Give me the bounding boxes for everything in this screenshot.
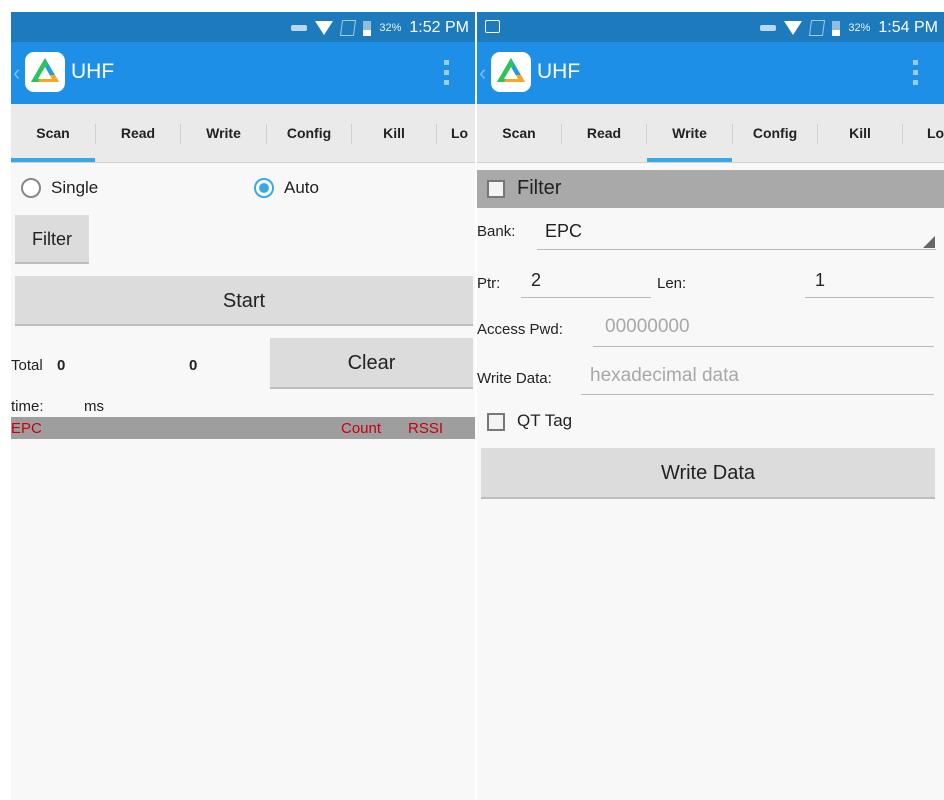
back-icon[interactable]: ‹ — [479, 60, 486, 86]
access-pwd-input[interactable]: 00000000 — [605, 316, 690, 338]
count-column-header: Count — [341, 420, 382, 437]
battery-icon — [363, 20, 372, 36]
clear-button[interactable]: Clear — [270, 338, 473, 389]
app-title: UHF — [537, 60, 581, 83]
count-value: 0 — [189, 357, 198, 374]
ptr-input[interactable]: 2 — [531, 270, 541, 291]
total-value: 0 — [57, 357, 66, 374]
write-screen: 32% 1:54 PM ‹ UHF Scan Read Write Config… — [477, 12, 944, 800]
rssi-column-header: RSSI — [408, 420, 444, 437]
app-logo-icon — [25, 52, 65, 92]
auto-mode-label: Auto — [284, 178, 319, 197]
qt-tag-label: QT Tag — [517, 411, 573, 430]
filter-bar: Filter — [477, 170, 944, 208]
tab-kill[interactable]: Kill — [818, 104, 902, 162]
wifi-icon — [315, 21, 334, 35]
tab-bar: Scan Read Write Config Kill Lo — [11, 104, 475, 163]
single-mode-radio[interactable] — [21, 178, 41, 198]
qt-tag-checkbox[interactable] — [487, 413, 505, 431]
usb-icon — [760, 25, 777, 31]
clock: 1:52 PM — [409, 19, 469, 36]
overflow-menu-icon[interactable] — [444, 60, 449, 86]
results-header: EPC Count RSSI — [11, 417, 475, 439]
clock: 1:54 PM — [878, 19, 938, 36]
tab-kill[interactable]: Kill — [352, 104, 436, 162]
status-bar: 32% 1:52 PM — [11, 12, 475, 42]
tab-read[interactable]: Read — [96, 104, 180, 162]
app-bar: ‹ UHF — [11, 42, 475, 104]
time-unit: ms — [84, 398, 104, 415]
no-sim-icon — [809, 20, 826, 36]
write-data-button[interactable]: Write Data — [481, 448, 935, 499]
app-logo-icon — [491, 52, 531, 92]
filter-checkbox[interactable] — [487, 180, 505, 198]
dropdown-arrow-icon — [923, 236, 935, 248]
time-label: time: — [11, 398, 44, 415]
tab-scan[interactable]: Scan — [477, 104, 561, 162]
write-data-input[interactable]: hexadecimal data — [590, 365, 739, 387]
usb-icon — [291, 25, 308, 31]
tab-lock[interactable]: Lo — [451, 104, 475, 162]
tab-config[interactable]: Config — [733, 104, 817, 162]
wifi-icon — [784, 21, 803, 35]
battery-percent: 32% — [848, 22, 871, 34]
filter-button[interactable]: Filter — [15, 215, 89, 264]
overflow-menu-icon[interactable] — [913, 60, 918, 86]
app-title: UHF — [71, 60, 115, 83]
tab-write[interactable]: Write — [647, 104, 732, 162]
app-bar: ‹ UHF — [477, 42, 944, 104]
auto-mode-radio[interactable] — [254, 178, 274, 198]
battery-percent: 32% — [379, 22, 402, 34]
tab-bar: Scan Read Write Config Kill Lo — [477, 104, 944, 163]
epc-column-header: EPC — [11, 420, 42, 437]
no-sim-icon — [340, 20, 357, 36]
total-label: Total — [11, 357, 43, 374]
len-input[interactable]: 1 — [815, 270, 825, 291]
start-button[interactable]: Start — [15, 276, 473, 326]
bank-label: Bank: — [477, 223, 516, 240]
write-data-label: Write Data: — [477, 370, 552, 387]
scan-screen: 32% 1:52 PM ‹ UHF Scan Read Write Config… — [11, 12, 475, 800]
filter-label: Filter — [517, 177, 562, 199]
access-pwd-label: Access Pwd: — [477, 321, 563, 338]
results-list[interactable] — [11, 439, 475, 800]
status-bar: 32% 1:54 PM — [477, 12, 944, 42]
tab-config[interactable]: Config — [267, 104, 351, 162]
tab-read[interactable]: Read — [562, 104, 646, 162]
tab-lock[interactable]: Lo — [927, 104, 944, 162]
bank-select[interactable]: EPC — [545, 221, 582, 242]
tab-scan[interactable]: Scan — [11, 104, 95, 162]
single-mode-label: Single — [51, 178, 99, 197]
image-notification-icon — [485, 20, 500, 33]
ptr-label: Ptr: — [477, 275, 501, 292]
battery-icon — [832, 20, 841, 36]
tab-write[interactable]: Write — [181, 104, 266, 162]
len-label: Len: — [657, 275, 687, 292]
back-icon[interactable]: ‹ — [13, 60, 20, 86]
